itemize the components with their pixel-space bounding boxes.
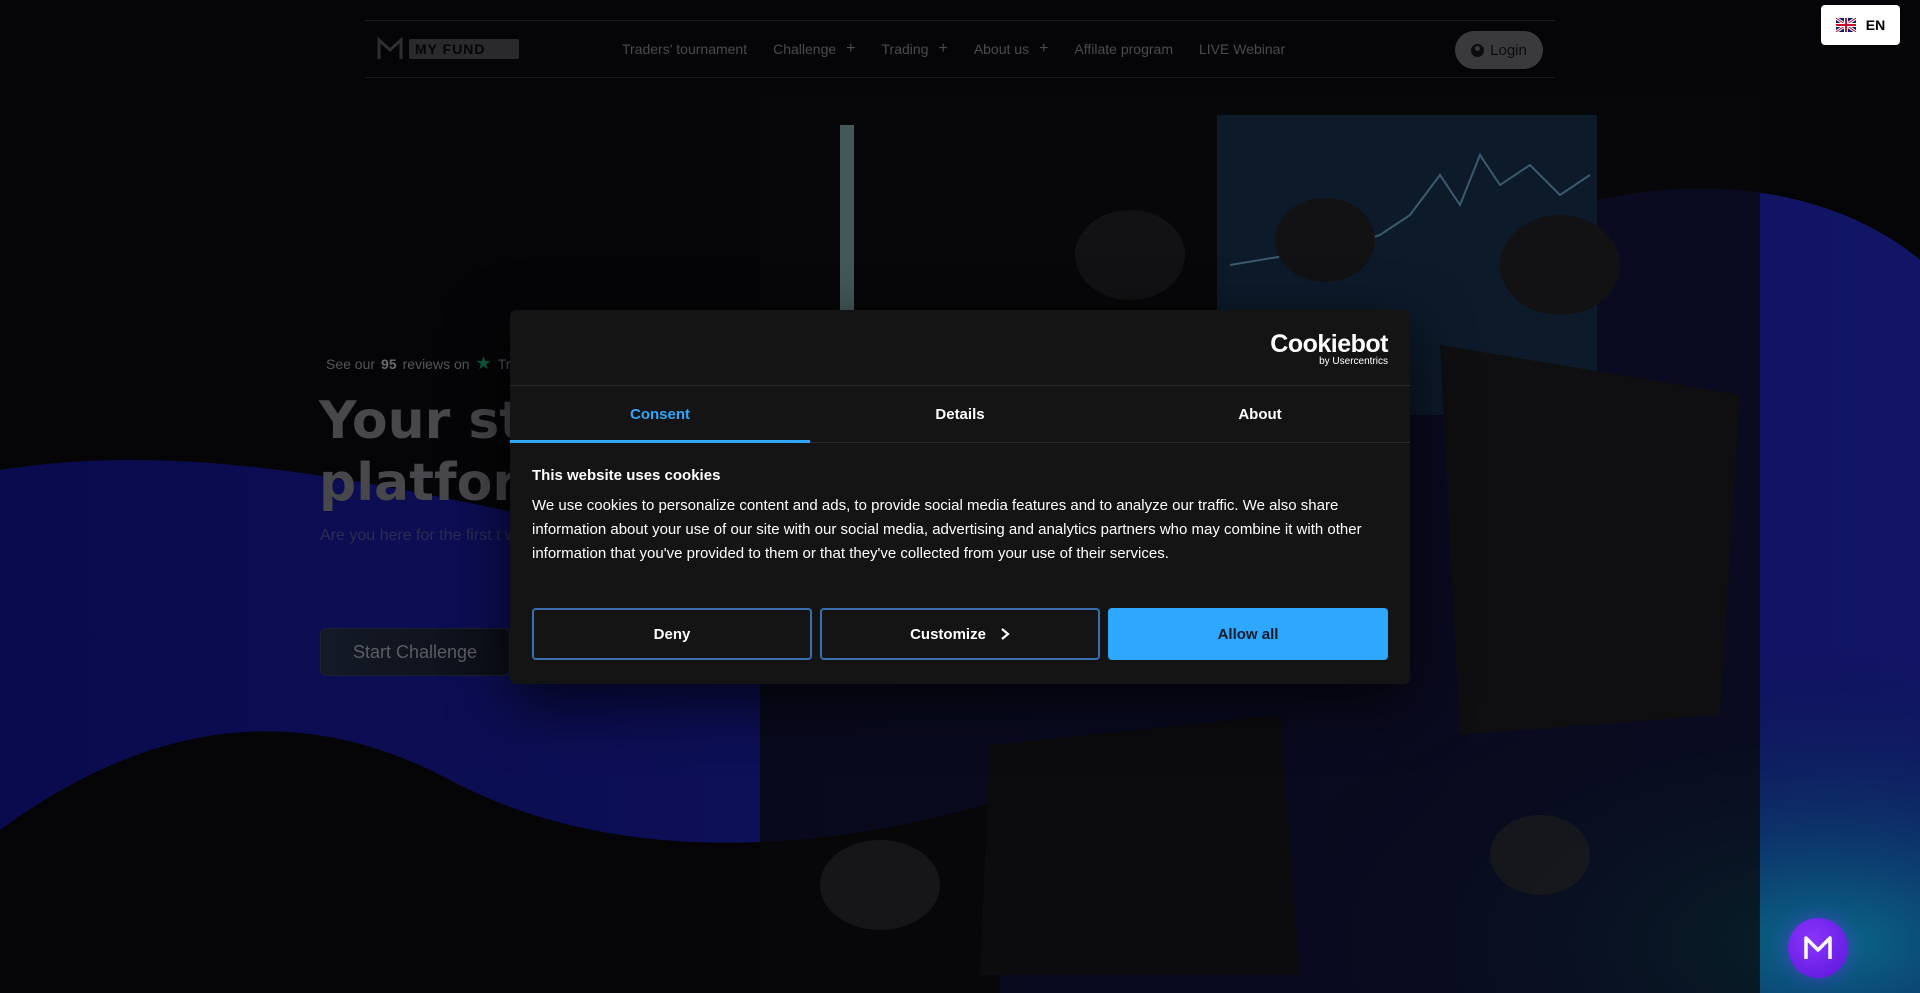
cookiebot-logo[interactable]: Cookiebot by Usercentrics bbox=[1270, 332, 1388, 368]
deny-label: Deny bbox=[653, 625, 691, 643]
chevron-right-icon bbox=[1001, 628, 1010, 640]
cookiebot-brand: Cookiebot bbox=[1270, 330, 1388, 358]
deny-button[interactable]: Deny bbox=[532, 608, 812, 660]
dialog-tabs: Consent Details About bbox=[510, 386, 1410, 443]
logo-m-icon bbox=[1804, 936, 1832, 959]
floating-brand-button[interactable] bbox=[1788, 918, 1848, 978]
tab-consent[interactable]: Consent bbox=[510, 386, 810, 443]
tab-about[interactable]: About bbox=[1110, 386, 1410, 442]
customize-label: Customize bbox=[910, 625, 986, 643]
cookie-consent-dialog: Cookiebot by Usercentrics Consent Detail… bbox=[510, 310, 1410, 684]
dialog-text: We use cookies to personalize content an… bbox=[532, 497, 1362, 562]
dialog-body: This website uses cookies We use cookies… bbox=[510, 443, 1410, 566]
page: MY FUND Traders' tournament Challenge + T… bbox=[0, 0, 1920, 993]
tab-details[interactable]: Details bbox=[810, 386, 1110, 442]
allow-all-button[interactable]: Allow all bbox=[1108, 608, 1388, 660]
customize-button[interactable]: Customize bbox=[820, 608, 1100, 660]
dialog-actions: Deny Customize Allow all bbox=[532, 608, 1388, 660]
dialog-heading: This website uses cookies bbox=[532, 467, 721, 484]
allow-all-label: Allow all bbox=[1217, 625, 1279, 643]
dialog-header: Cookiebot by Usercentrics bbox=[510, 310, 1410, 386]
